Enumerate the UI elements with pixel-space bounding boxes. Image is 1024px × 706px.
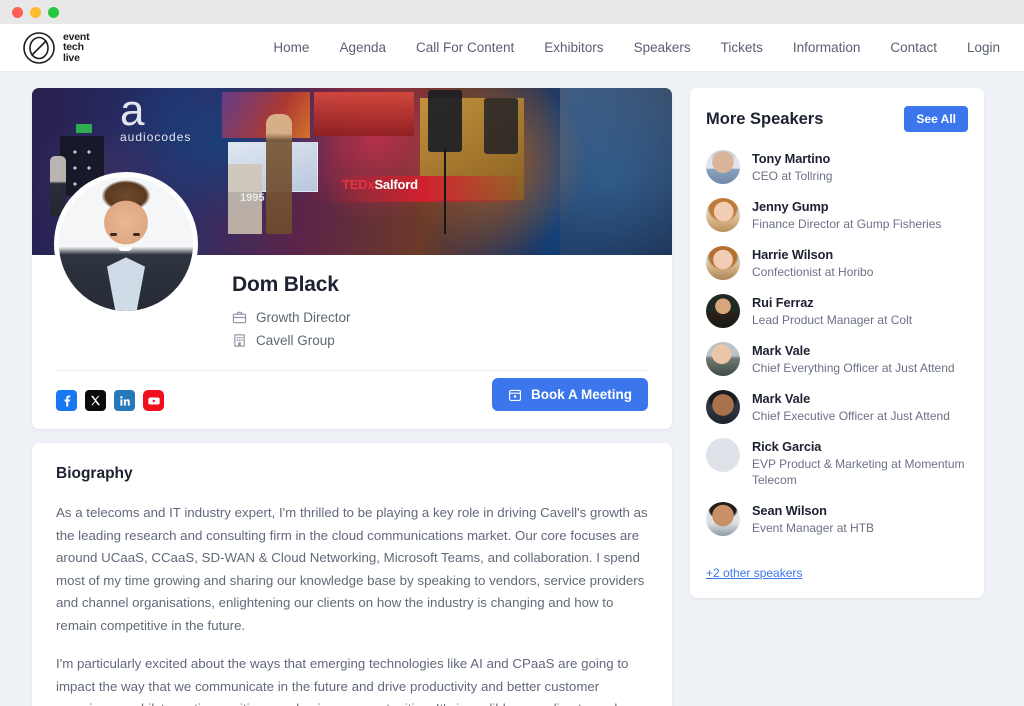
window-minimize-dot[interactable] — [30, 6, 41, 18]
nav-item-contact[interactable]: Contact — [890, 40, 937, 55]
profile-card: a audiocodes TEDxSalford 1995 Dom Black … — [32, 88, 672, 429]
speaker-role-row: Growth Director — [232, 310, 648, 325]
speaker-list-role: Confectionist at Horibo — [752, 265, 874, 279]
page: event tech live Home Agenda Call For Con… — [0, 24, 1024, 706]
nav-links: Home Agenda Call For Content Exhibitors … — [273, 40, 1000, 55]
hero-event-prefix: TEDx — [342, 177, 375, 192]
list-item[interactable]: Jenny Gump Finance Director at Gump Fish… — [706, 198, 968, 232]
site-logo[interactable]: event tech live — [22, 31, 90, 65]
avatar — [706, 198, 740, 232]
x-twitter-icon[interactable] — [85, 390, 106, 411]
main-column: a audiocodes TEDxSalford 1995 Dom Black … — [32, 88, 672, 706]
briefcase-icon — [232, 311, 247, 324]
list-item[interactable]: Mark Vale Chief Executive Officer at Jus… — [706, 390, 968, 424]
avatar — [706, 390, 740, 424]
speaker-list-role: EVP Product & Marketing at Momentum Tele… — [752, 457, 965, 487]
sidebar-column: More Speakers See All Tony Martino CEO a… — [690, 88, 984, 598]
speaker-list-role: Chief Everything Officer at Just Attend — [752, 361, 955, 375]
list-item[interactable]: Rui Ferraz Lead Product Manager at Colt — [706, 294, 968, 328]
list-item[interactable]: Harrie Wilson Confectionist at Horibo — [706, 246, 968, 280]
nav-item-call-for-content[interactable]: Call For Content — [416, 40, 514, 55]
logo-wordmark: event tech live — [63, 32, 90, 64]
avatar — [706, 438, 740, 472]
event-tech-live-logo-icon — [22, 31, 56, 65]
list-item[interactable]: Mark Vale Chief Everything Officer at Ju… — [706, 342, 968, 376]
nav-item-agenda[interactable]: Agenda — [339, 40, 386, 55]
speaker-company: Cavell Group — [256, 333, 335, 348]
nav-item-home[interactable]: Home — [273, 40, 309, 55]
speaker-list-role: Finance Director at Gump Fisheries — [752, 217, 942, 231]
more-speakers-header: More Speakers See All — [706, 106, 968, 132]
biography-title: Biography — [56, 465, 133, 482]
speaker-list-name: Rick Garcia — [752, 439, 822, 454]
more-speakers-link[interactable]: +2 other speakers — [706, 566, 802, 580]
speaker-list-name: Harrie Wilson — [752, 247, 834, 262]
speaker-list-role: Event Manager at HTB — [752, 521, 875, 535]
profile-body: Dom Black Growth Director Cavell Group B… — [32, 172, 672, 429]
more-speakers-card: More Speakers See All Tony Martino CEO a… — [690, 88, 984, 598]
nav-item-login[interactable]: Login — [967, 40, 1000, 55]
top-navbar: event tech live Home Agenda Call For Con… — [0, 24, 1024, 72]
hero-event-name: Salford — [374, 177, 418, 192]
building-icon — [234, 334, 245, 347]
hero-year-label: 1995 — [240, 192, 265, 204]
youtube-icon[interactable] — [143, 390, 164, 411]
more-speakers-title: More Speakers — [706, 109, 824, 128]
window-close-dot[interactable] — [12, 6, 23, 18]
hero-brand-text: audiocodes — [120, 130, 192, 144]
avatar — [706, 502, 740, 536]
linkedin-icon[interactable] — [114, 390, 135, 411]
book-a-meeting-button[interactable]: Book A Meeting — [492, 378, 648, 411]
speaker-list-name: Mark Vale — [752, 343, 811, 358]
avatar — [706, 294, 740, 328]
biography-card: Biography As a telecoms and IT industry … — [32, 443, 672, 706]
nav-item-speakers[interactable]: Speakers — [634, 40, 691, 55]
biography-paragraph-1: As a telecoms and IT industry expert, I'… — [56, 505, 648, 633]
list-item[interactable]: Sean Wilson Event Manager at HTB — [706, 502, 968, 536]
hero-brand-audiocodes: a audiocodes — [120, 88, 192, 145]
see-all-button[interactable]: See All — [904, 106, 968, 132]
speaker-list-name: Rui Ferraz — [752, 295, 814, 310]
avatar — [706, 246, 740, 280]
speaker-list-role: Chief Executive Officer at Just Attend — [752, 409, 950, 423]
biography-paragraph-2: I'm particularly excited about the ways … — [56, 656, 629, 706]
calendar-icon — [509, 389, 521, 401]
logo-line-3: live — [63, 51, 80, 64]
speaker-list-name: Jenny Gump — [752, 199, 829, 214]
speaker-avatar — [54, 172, 198, 316]
speaker-role: Growth Director — [256, 310, 351, 325]
list-item[interactable]: Rick Garcia EVP Product & Marketing at M… — [706, 438, 968, 488]
speaker-name: Dom Black — [232, 273, 339, 296]
facebook-icon[interactable] — [56, 390, 77, 411]
content-area: a audiocodes TEDxSalford 1995 Dom Black … — [0, 72, 1024, 706]
book-a-meeting-label: Book A Meeting — [531, 387, 632, 402]
avatar — [706, 150, 740, 184]
speaker-list-name: Sean Wilson — [752, 503, 827, 518]
speaker-list-name: Mark Vale — [752, 391, 811, 406]
window-maximize-dot[interactable] — [48, 6, 59, 18]
speaker-list-role: CEO at Tollring — [752, 169, 833, 183]
nav-item-exhibitors[interactable]: Exhibitors — [544, 40, 603, 55]
browser-chrome — [0, 0, 1024, 24]
list-item[interactable]: Tony Martino CEO at Tollring — [706, 150, 968, 184]
nav-item-information[interactable]: Information — [793, 40, 861, 55]
speaker-company-row: Cavell Group — [232, 333, 648, 348]
nav-item-tickets[interactable]: Tickets — [721, 40, 763, 55]
speaker-list-role: Lead Product Manager at Colt — [752, 313, 913, 327]
avatar — [706, 342, 740, 376]
speaker-list-name: Tony Martino — [752, 151, 831, 166]
hero-event-label: TEDxSalford — [342, 177, 418, 192]
